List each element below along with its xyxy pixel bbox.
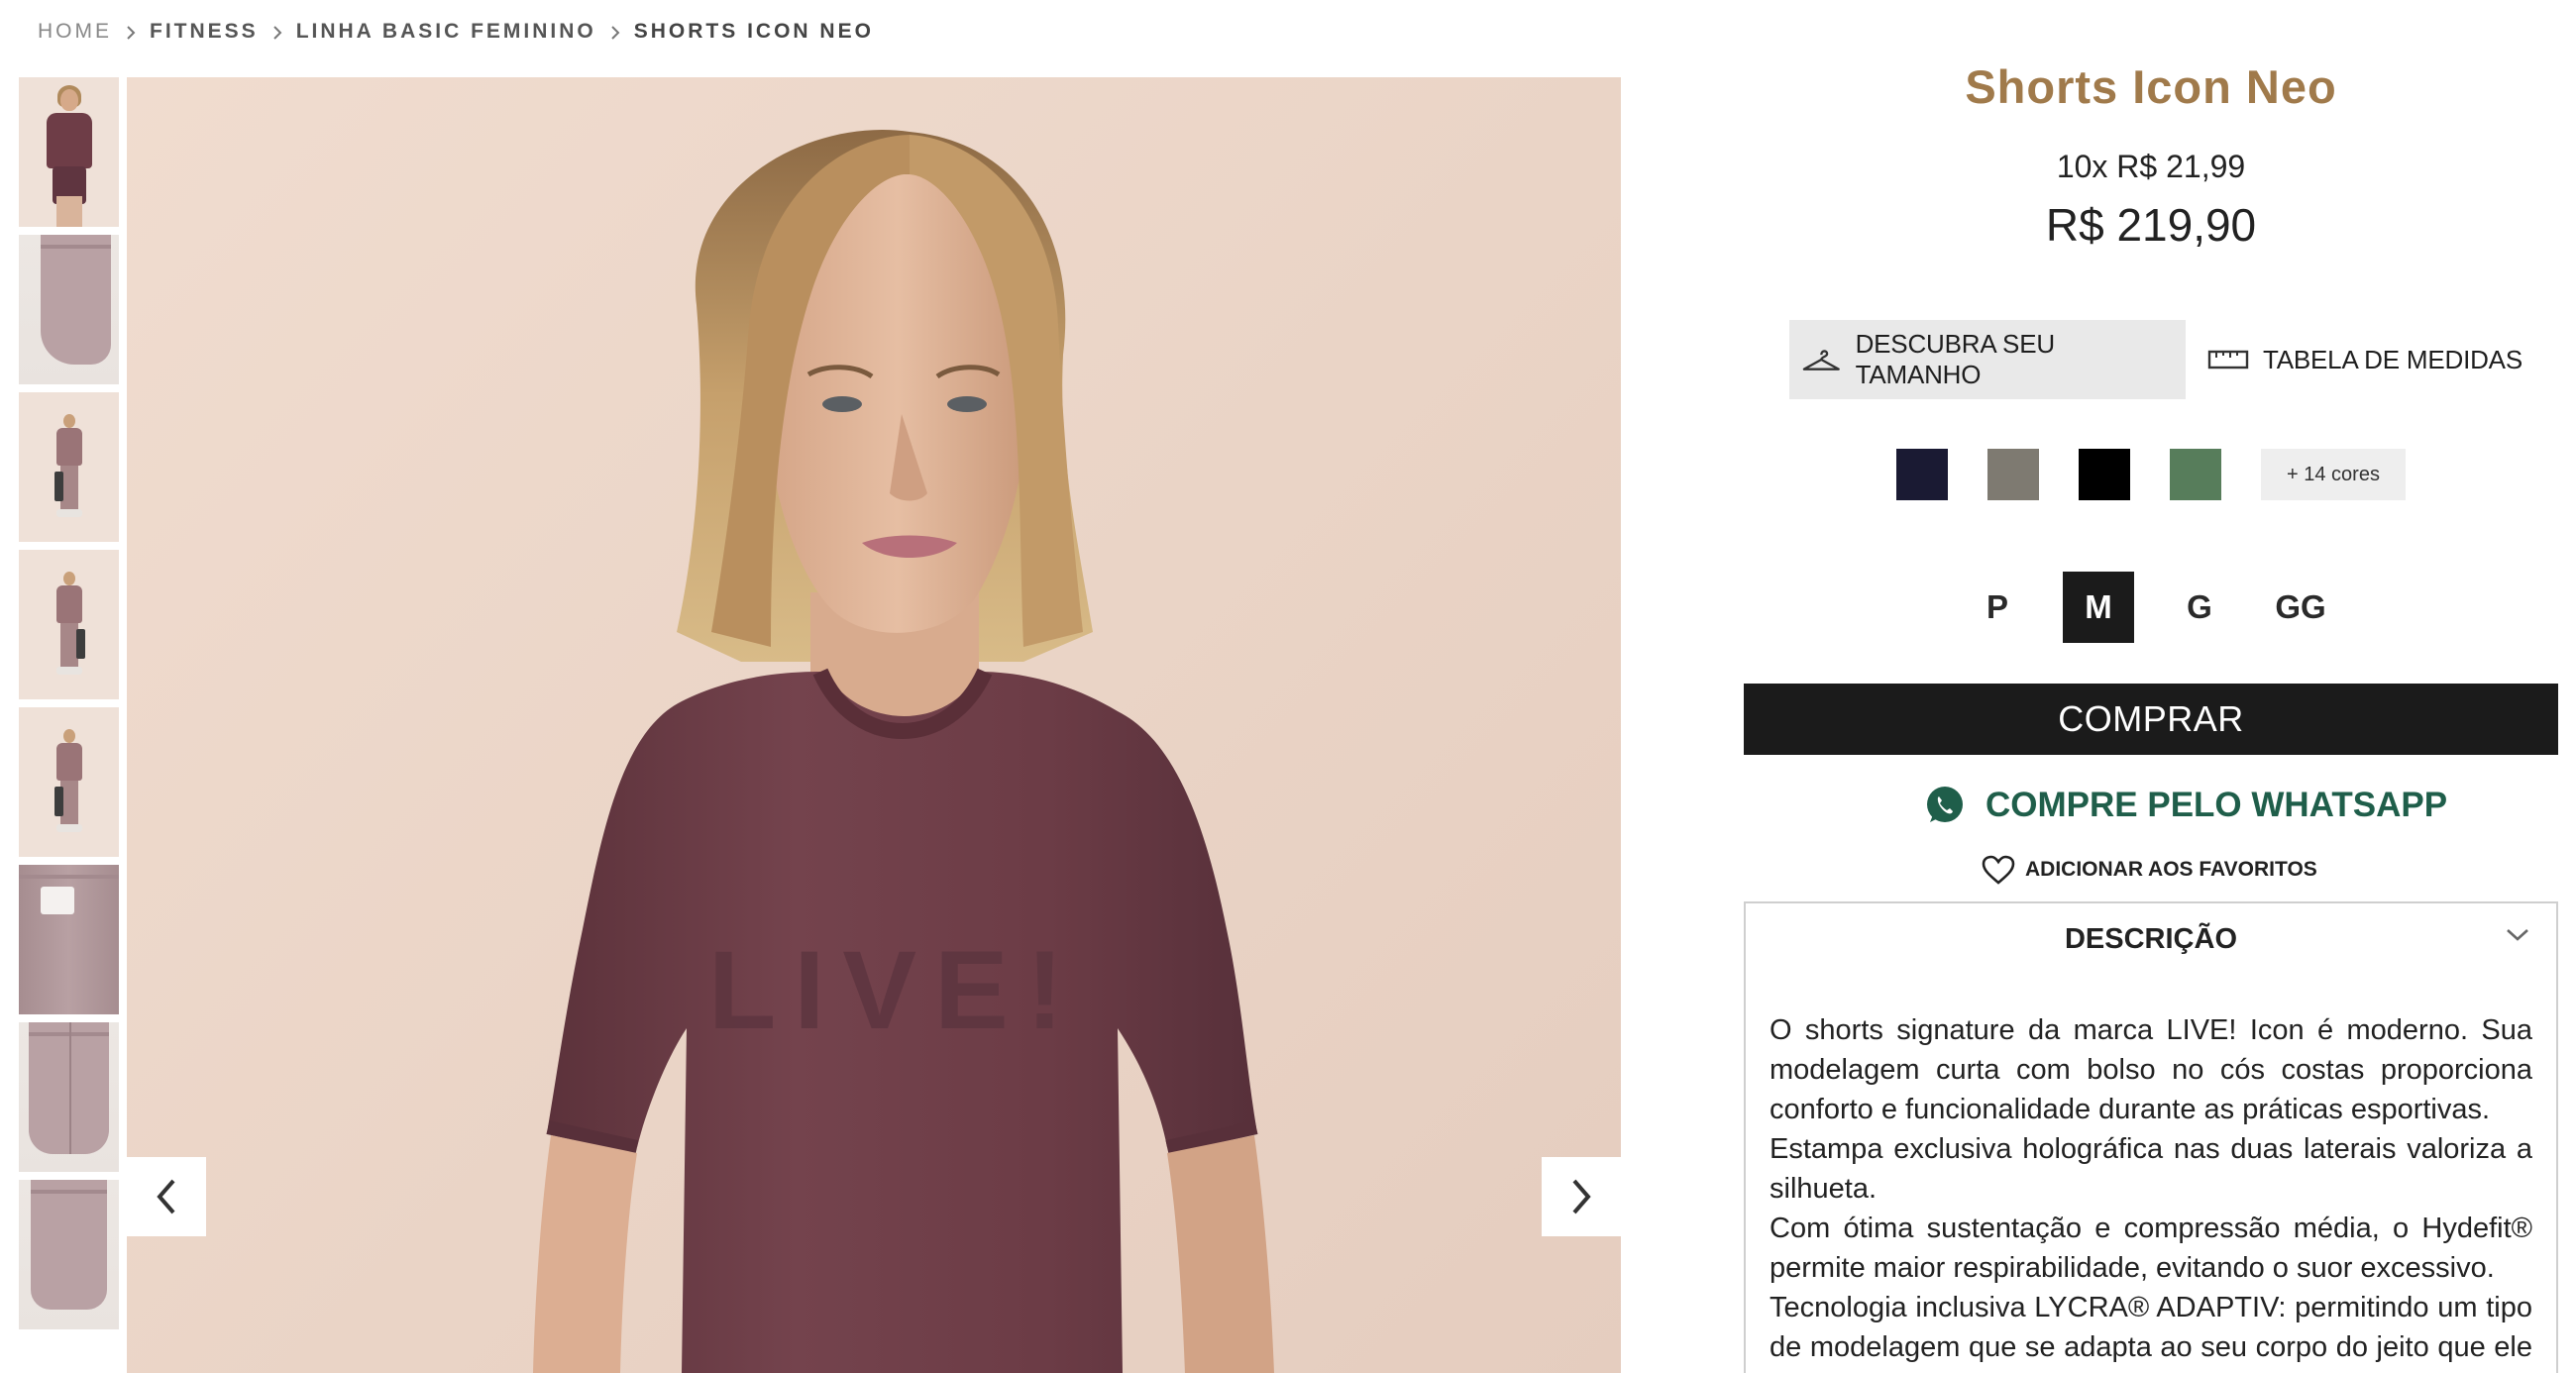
- breadcrumb-home[interactable]: HOME: [38, 20, 112, 44]
- thumb-model-full-2[interactable]: [19, 550, 119, 699]
- color-swatch-taupe[interactable]: [1987, 449, 2039, 500]
- add-to-favorites[interactable]: ADICIONAR AOS FAVORITOS: [1982, 852, 2317, 888]
- color-swatch-black[interactable]: [2079, 449, 2130, 500]
- whatsapp-icon: [1927, 787, 1963, 822]
- thumb-shorts-side[interactable]: [19, 235, 119, 384]
- thumb-model-full-1[interactable]: [19, 392, 119, 542]
- product-price: R$ 219,90: [2045, 199, 2257, 251]
- thumb-shorts-back[interactable]: [19, 1022, 119, 1172]
- heart-icon: [1982, 855, 2015, 885]
- description-paragraph: Com ótima sustentação e compressão média…: [1770, 1213, 2532, 1284]
- breadcrumb: HOME FITNESS LINHA BASIC FEMININO SHORTS…: [38, 14, 874, 50]
- gallery-prev-button[interactable]: [127, 1157, 206, 1236]
- more-colors-button[interactable]: + 14 cores: [2261, 449, 2406, 500]
- thumb-shorts-pocket[interactable]: [19, 865, 119, 1014]
- favorites-label: ADICIONAR AOS FAVORITOS: [2025, 858, 2317, 881]
- hanger-icon: [1802, 350, 1840, 370]
- chevron-right-icon: [112, 19, 150, 45]
- installment-price: 10x R$ 21,99: [2056, 149, 2246, 184]
- buy-button[interactable]: COMPRAR: [1744, 684, 2558, 755]
- shirt-print-text: LIVE!: [708, 928, 1081, 1052]
- chevron-right-icon: [596, 19, 634, 45]
- whatsapp-buy-link[interactable]: COMPRE PELO WHATSAPP: [1924, 778, 2447, 833]
- thumb-model-front[interactable]: [19, 77, 119, 227]
- size-option-gg[interactable]: GG: [2265, 572, 2336, 643]
- description-header[interactable]: DESCRIÇÃO: [1746, 903, 2556, 975]
- chevron-right-icon: [259, 19, 296, 45]
- chevron-down-icon: [2507, 929, 2528, 941]
- breadcrumb-current: SHORTS ICON NEO: [633, 20, 874, 43]
- main-product-image: LIVE!: [127, 77, 1621, 1373]
- model-photo: LIVE!: [533, 129, 1274, 1373]
- description-paragraph: Estampa exclusiva holográfica nas duas l…: [1770, 1133, 2532, 1205]
- find-size-button[interactable]: DESCUBRA SEU TAMANHO: [1789, 320, 2186, 399]
- chevron-left-icon: [157, 1179, 175, 1215]
- size-option-p[interactable]: P: [1962, 572, 2033, 643]
- breadcrumb-linha-basic-feminino[interactable]: LINHA BASIC FEMININO: [296, 20, 596, 44]
- description-paragraph: Tecnologia inclusiva LYCRA® ADAPTIV: per…: [1770, 1292, 2532, 1373]
- thumbnail-strip: [19, 77, 119, 1329]
- gallery-next-button[interactable]: [1542, 1157, 1621, 1236]
- size-selector: P M G GG: [1962, 572, 2336, 643]
- product-title: Shorts Icon Neo: [1965, 60, 2337, 113]
- size-tools: DESCUBRA SEU TAMANHO TABELA DE MEDIDAS: [1789, 320, 2532, 399]
- thumb-shorts-front[interactable]: [19, 1180, 119, 1329]
- color-swatch-navy[interactable]: [1896, 449, 1948, 500]
- size-option-m[interactable]: M: [2063, 572, 2134, 643]
- description-paragraph: O shorts signature da marca LIVE! Icon é…: [1770, 1014, 2532, 1125]
- color-swatch-green[interactable]: [2170, 449, 2221, 500]
- color-swatches: + 14 cores: [1896, 449, 2406, 500]
- description-accordion: DESCRIÇÃO O shorts signature da marca LI…: [1744, 901, 2558, 1373]
- ruler-icon: [2207, 350, 2249, 370]
- find-size-label: DESCUBRA SEU TAMANHO: [1855, 329, 2056, 389]
- thumb-model-full-3[interactable]: [19, 707, 119, 857]
- description-text: O shorts signature da marca LIVE! Icon é…: [1746, 975, 2556, 1373]
- size-table-button[interactable]: TABELA DE MEDIDAS: [2198, 320, 2532, 399]
- chevron-right-icon: [1572, 1179, 1591, 1215]
- whatsapp-label: COMPRE PELO WHATSAPP: [1986, 786, 2448, 824]
- breadcrumb-fitness[interactable]: FITNESS: [150, 20, 259, 44]
- size-option-g[interactable]: G: [2164, 572, 2235, 643]
- size-table-label: TABELA DE MEDIDAS: [2263, 344, 2522, 374]
- description-title: DESCRIÇÃO: [2064, 922, 2237, 955]
